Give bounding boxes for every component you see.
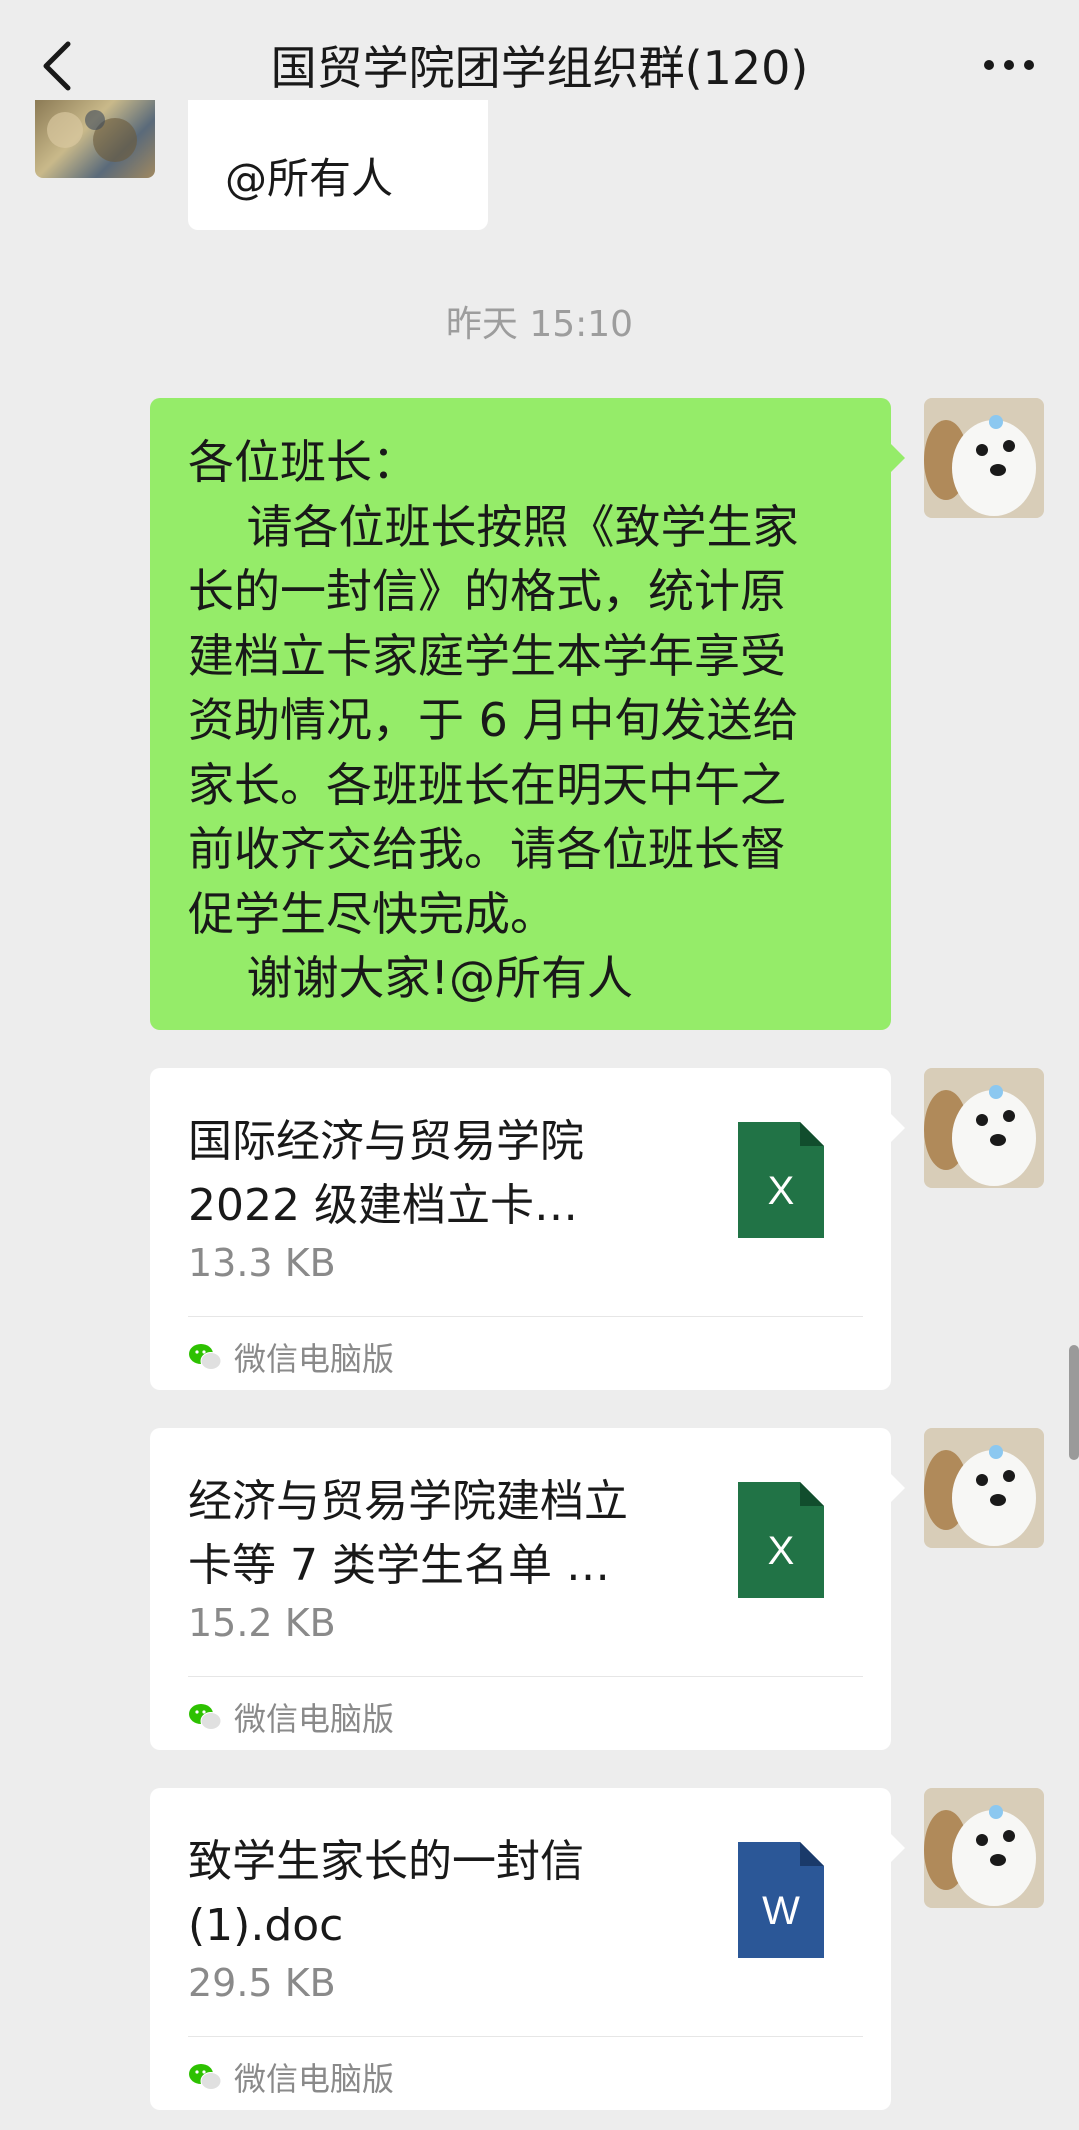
message-text-line: 家长。各班班长在明天中午之 bbox=[188, 757, 786, 812]
file-size: 29.5 KB bbox=[188, 1961, 336, 2005]
wechat-icon bbox=[189, 1344, 222, 1370]
message-text-line: 促学生尽快完成。 bbox=[188, 886, 556, 941]
file-name: 经济与贸易学院建档立 卡等 7 类学生名单 … bbox=[188, 1470, 668, 1598]
bubble-tail bbox=[891, 1474, 905, 1502]
bubble-tail bbox=[891, 444, 905, 472]
message-timestamp: 昨天 15:10 bbox=[445, 304, 634, 345]
back-button[interactable] bbox=[30, 30, 90, 98]
dog-avatar-image bbox=[924, 398, 1044, 518]
dog-avatar-image bbox=[924, 1788, 1044, 1908]
dog-avatar-image bbox=[924, 1068, 1044, 1188]
sender-avatar[interactable] bbox=[35, 100, 155, 178]
scrollbar[interactable] bbox=[1069, 1345, 1079, 1460]
file-source: 微信电脑版 bbox=[188, 1694, 394, 1740]
excel-file-icon: X bbox=[738, 1122, 824, 1238]
message-text: @所有人 bbox=[225, 154, 394, 203]
dog-avatar-image bbox=[924, 1428, 1044, 1548]
file-name-line: 致学生家长的一封信 bbox=[188, 1836, 584, 1887]
chat-header: 国贸学院团学组织群(120) bbox=[0, 0, 1079, 130]
message-text: 各位班长： 请各位班长按照《致学生家 长的一封信》的格式，统计原 建档立卡家庭学生本… bbox=[188, 430, 868, 1011]
file-name: 致学生家长的一封信 (1).doc bbox=[188, 1830, 668, 1958]
divider bbox=[188, 2036, 863, 2037]
more-button[interactable] bbox=[979, 40, 1039, 90]
more-icon bbox=[984, 60, 1034, 70]
file-message[interactable]: 致学生家长的一封信 (1).doc 29.5 KB W 微信电脑版 bbox=[150, 1788, 891, 2110]
avatar-image bbox=[47, 110, 137, 162]
file-size: 15.2 KB bbox=[188, 1601, 336, 1645]
wechat-icon bbox=[189, 2064, 222, 2090]
file-source-label: 微信电脑版 bbox=[234, 1340, 395, 1378]
file-name-line: 2022 级建档立卡… bbox=[188, 1180, 578, 1231]
chat-title: 国贸学院团学组织群(120) bbox=[270, 41, 809, 95]
message-text-line: 前收齐交给我。请各位班长督 bbox=[188, 822, 786, 876]
message-text-line: 各位班长： bbox=[188, 435, 418, 489]
self-avatar[interactable] bbox=[924, 1068, 1044, 1188]
file-name-line: 国际经济与贸易学院 bbox=[188, 1116, 584, 1167]
file-icon-letter: X bbox=[768, 1529, 795, 1573]
message-text-line: 谢谢大家!@所有人 bbox=[188, 951, 633, 1005]
file-message[interactable]: 国际经济与贸易学院 2022 级建档立卡… 13.3 KB X 微信电脑版 bbox=[150, 1068, 891, 1390]
file-source-label: 微信电脑版 bbox=[234, 2060, 395, 2098]
message-text-line: 资助情况，于 6 月中旬发送给 bbox=[188, 693, 799, 747]
file-source: 微信电脑版 bbox=[188, 1334, 394, 1380]
bubble-tail bbox=[891, 1114, 905, 1142]
file-name-line: 经济与贸易学院建档立 bbox=[188, 1476, 628, 1527]
self-avatar[interactable] bbox=[924, 1788, 1044, 1908]
divider bbox=[188, 1316, 863, 1317]
file-icon-letter: W bbox=[762, 1889, 800, 1933]
file-name-line: (1).doc bbox=[188, 1900, 344, 1951]
bubble-tail bbox=[891, 1834, 905, 1862]
file-size: 13.3 KB bbox=[188, 1241, 336, 1285]
excel-file-icon: X bbox=[738, 1482, 824, 1598]
chevron-left-icon bbox=[43, 41, 71, 91]
message-text-line: 建档立卡家庭学生本学年享受 bbox=[188, 628, 786, 683]
file-source-label: 微信电脑版 bbox=[234, 1700, 395, 1738]
message-text-line: 长的一封信》的格式，统计原 bbox=[188, 564, 786, 618]
file-name-line: 卡等 7 类学生名单 … bbox=[188, 1540, 610, 1591]
file-icon-letter: X bbox=[768, 1169, 795, 1213]
self-avatar[interactable] bbox=[924, 398, 1044, 518]
divider bbox=[188, 1676, 863, 1677]
self-avatar[interactable] bbox=[924, 1428, 1044, 1548]
word-file-icon: W bbox=[738, 1842, 824, 1958]
file-message[interactable]: 经济与贸易学院建档立 卡等 7 类学生名单 … 15.2 KB X 微信电脑版 bbox=[150, 1428, 891, 1750]
file-source: 微信电脑版 bbox=[188, 2054, 394, 2100]
file-name: 国际经济与贸易学院 2022 级建档立卡… bbox=[188, 1110, 668, 1238]
message-text-line: 请各位班长按照《致学生家 bbox=[188, 499, 799, 554]
wechat-icon bbox=[189, 1704, 222, 1730]
